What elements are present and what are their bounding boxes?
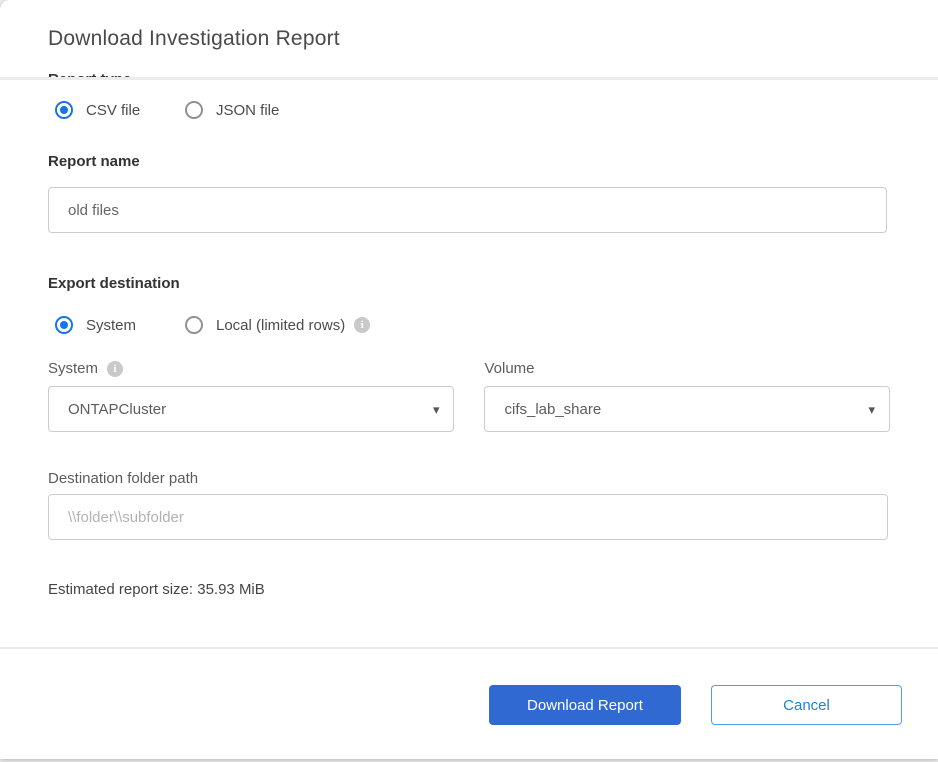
dialog-title: Download Investigation Report [48, 27, 890, 51]
dialog-footer: Download Report Cancel [0, 685, 938, 725]
system-dropdown[interactable]: ONTAPCluster ▾ [48, 386, 454, 432]
radio-local-label[interactable]: Local (limited rows) [216, 317, 345, 334]
system-info-icon[interactable]: i [107, 361, 123, 377]
radio-option-json[interactable]: JSON file [185, 101, 279, 119]
radio-csv-label[interactable]: CSV file [86, 102, 140, 119]
footer-divider [0, 647, 938, 649]
radio-system-selected-icon[interactable] [55, 316, 73, 334]
radio-local-unselected-icon[interactable] [185, 316, 203, 334]
system-column: System i ONTAPCluster ▾ [48, 360, 454, 432]
estimated-size-value: 35.93 MiB [197, 581, 265, 598]
report-type-radio-group: CSV file JSON file [55, 101, 890, 119]
volume-field-label: Volume [484, 360, 890, 377]
radio-json-unselected-icon[interactable] [185, 101, 203, 119]
volume-column: Volume cifs_lab_share ▾ [484, 360, 890, 432]
volume-dropdown[interactable]: cifs_lab_share ▾ [484, 386, 890, 432]
radio-csv-selected-icon[interactable] [55, 101, 73, 119]
download-report-button[interactable]: Download Report [489, 685, 681, 725]
caret-down-icon: ▾ [868, 403, 875, 416]
estimated-report-size: Estimated report size: 35.93 MiB [48, 581, 890, 598]
radio-json-label[interactable]: JSON file [216, 102, 279, 119]
radio-option-local[interactable]: Local (limited rows) i [185, 316, 370, 334]
radio-system-label[interactable]: System [86, 317, 136, 334]
destination-folder-label: Destination folder path [48, 470, 890, 487]
report-name-label: Report name [48, 153, 890, 170]
download-report-dialog: Download Investigation Report Report typ… [0, 0, 938, 759]
volume-dropdown-value: cifs_lab_share [504, 401, 601, 418]
volume-label-text: Volume [484, 360, 534, 377]
estimated-size-label: Estimated report size: [48, 581, 193, 598]
local-info-icon[interactable]: i [354, 317, 370, 333]
system-dropdown-value: ONTAPCluster [68, 401, 166, 418]
radio-option-csv[interactable]: CSV file [55, 101, 185, 119]
export-destination-label: Export destination [48, 275, 890, 292]
system-label-text: System [48, 360, 98, 377]
export-destination-radio-group: System Local (limited rows) i [55, 316, 890, 334]
report-name-input[interactable] [48, 187, 887, 233]
radio-option-system[interactable]: System [55, 316, 185, 334]
system-volume-row: System i ONTAPCluster ▾ Volume cifs_lab_… [48, 360, 890, 432]
clipped-section-label: Report type [48, 71, 131, 77]
caret-down-icon: ▾ [433, 403, 440, 416]
system-field-label: System i [48, 360, 454, 377]
scroll-shadow-divider [0, 77, 938, 80]
cancel-button[interactable]: Cancel [711, 685, 902, 725]
dialog-content: CSV file JSON file Report name Export de… [0, 101, 938, 598]
destination-folder-input[interactable] [48, 494, 888, 540]
